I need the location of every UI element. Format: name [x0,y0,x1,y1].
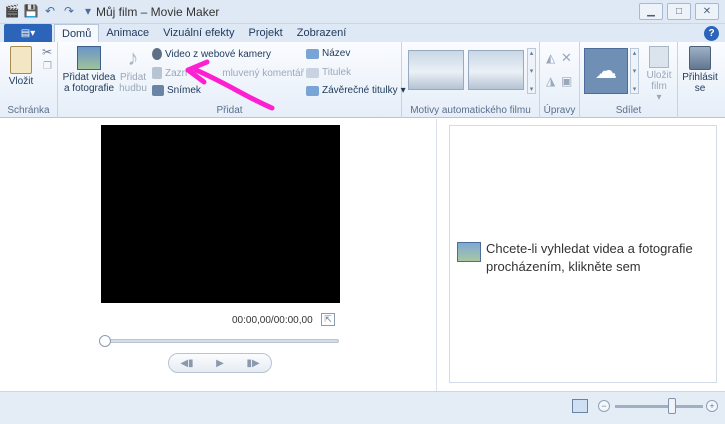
qat-dropdown-icon[interactable]: ▾ [80,3,96,19]
sign-in-button[interactable]: Přihlásit se [680,46,720,94]
clipboard-group: Vložit ✂ ❐ Schránka [0,42,58,118]
help-icon[interactable]: ? [704,26,719,41]
rotate-left-icon[interactable]: ◭ [546,51,555,65]
save-movie-button[interactable]: Uložit film ▾ [642,46,676,103]
status-bar: − + [0,391,725,424]
tab-home[interactable]: Domů [54,24,100,43]
tab-view[interactable]: Zobrazení [290,24,354,43]
zoom-slider[interactable] [615,405,703,408]
autofilm-themes-group: ▴ ▾ ▾ Motivy automatického filmu [402,42,540,118]
fullscreen-icon[interactable]: ⇱ [321,313,335,326]
webcam-icon [152,48,162,60]
save-movie-icon [649,46,669,68]
film-photo-icon [457,242,481,262]
title-icon [306,48,319,59]
next-frame-button[interactable]: ▮▶ [246,358,259,369]
title-button[interactable]: Název [306,48,350,59]
film-photo-icon [77,46,101,70]
storyboard-pane[interactable]: Chcete-li vyhledat videa a fotografie pr… [449,125,717,383]
rotate-right-icon[interactable]: ◮ [546,74,555,88]
share-scroll[interactable]: ▴ ▾ ▾ [630,48,639,94]
quick-access-toolbar: 🎬 💾 ↶ ↷ ▾ [4,3,96,19]
add-video-photo-button[interactable]: Přidat videa a fotografie [62,46,116,94]
zoom-slider-handle[interactable] [668,398,676,414]
ribbon-tabs: Domů Animace Vizuální efekty Projekt Zob… [54,24,353,43]
window-controls: ▁ □ ✕ [639,3,719,20]
play-button[interactable]: ▶ [216,358,224,369]
save-icon[interactable]: 💾 [23,3,39,19]
seek-handle[interactable] [99,335,111,347]
ribbon: Vložit ✂ ❐ Schránka Přidat videa a fotog… [0,42,725,118]
cloud-icon: ☁ [595,58,617,83]
paste-button[interactable]: Vložit [6,46,36,87]
close-button[interactable]: ✕ [695,3,719,20]
previous-frame-button[interactable]: ◀▮ [180,358,193,369]
theme-thumbnail-1[interactable] [408,50,464,90]
app-icon[interactable]: 🎬 [4,3,20,19]
seek-bar[interactable] [103,339,339,343]
share-group: ☁ ▴ ▾ ▾ Uložit film ▾ Sdílet [580,42,678,118]
ribbon-tab-row: ▤▾ Domů Animace Vizuální efekty Projekt … [0,24,725,43]
playback-controls: ◀▮ ▶ ▮▶ [168,353,272,373]
record-narration-button[interactable]: Zazn mluvený komentář ▾ [152,67,312,79]
cut-icon[interactable]: ✂ [42,45,52,59]
tab-project[interactable]: Projekt [241,24,289,43]
storyboard-view-icon[interactable] [572,399,588,413]
caption-button[interactable]: Titulek [306,67,351,78]
add-group: Přidat videa a fotografie ♪ Přidat hudbu… [58,42,406,118]
copy-icon[interactable]: ❐ [43,61,52,72]
themes-scroll[interactable]: ▴ ▾ ▾ [527,48,536,94]
window-title: Můj film – Movie Maker [96,5,220,19]
theme-thumbnail-2[interactable] [468,50,524,90]
edit-group: ◭ ✕ ◮ ▣ Úpravy [540,42,580,118]
snapshot-icon [152,85,164,96]
file-menu-button[interactable]: ▤▾ [4,24,52,43]
timecode: 00:00,00/00:00,00 [232,315,313,326]
user-icon [689,46,711,70]
workspace: 00:00,00/00:00,00 ⇱ ◀▮ ▶ ▮▶ Chcete-li vy… [0,119,725,391]
music-note-icon: ♪ [127,45,139,70]
cloud-share-tile[interactable]: ☁ [584,48,628,94]
add-music-button[interactable]: ♪ Přidat hudbu [116,45,150,95]
storyboard-hint[interactable]: Chcete-li vyhledat videa a fotografie pr… [457,240,713,276]
zoom-out-button[interactable]: − [598,400,610,412]
select-all-icon[interactable]: ▣ [561,74,572,88]
webcam-video-button[interactable]: Video z webové kamery [152,48,271,60]
credits-icon [306,85,319,96]
clipboard-icon [10,46,32,74]
credits-button[interactable]: Závěrečné titulky ▾ [306,85,406,96]
video-preview[interactable] [101,125,340,303]
tab-visual-effects[interactable]: Vizuální efekty [156,24,241,43]
maximize-button[interactable]: □ [667,3,691,20]
minimize-button[interactable]: ▁ [639,3,663,20]
caption-icon [306,67,319,78]
redo-icon[interactable]: ↷ [61,3,77,19]
undo-icon[interactable]: ↶ [42,3,58,19]
remove-icon[interactable]: ✕ [561,50,572,66]
title-bar: 🎬 💾 ↶ ↷ ▾ Můj film – Movie Maker ▁ □ ✕ [0,0,725,24]
zoom-in-button[interactable]: + [706,400,718,412]
snapshot-button[interactable]: Snímek [152,85,201,96]
preview-pane: 00:00,00/00:00,00 ⇱ ◀▮ ▶ ▮▶ [0,119,437,391]
microphone-icon [152,67,162,79]
tab-animations[interactable]: Animace [99,24,156,43]
